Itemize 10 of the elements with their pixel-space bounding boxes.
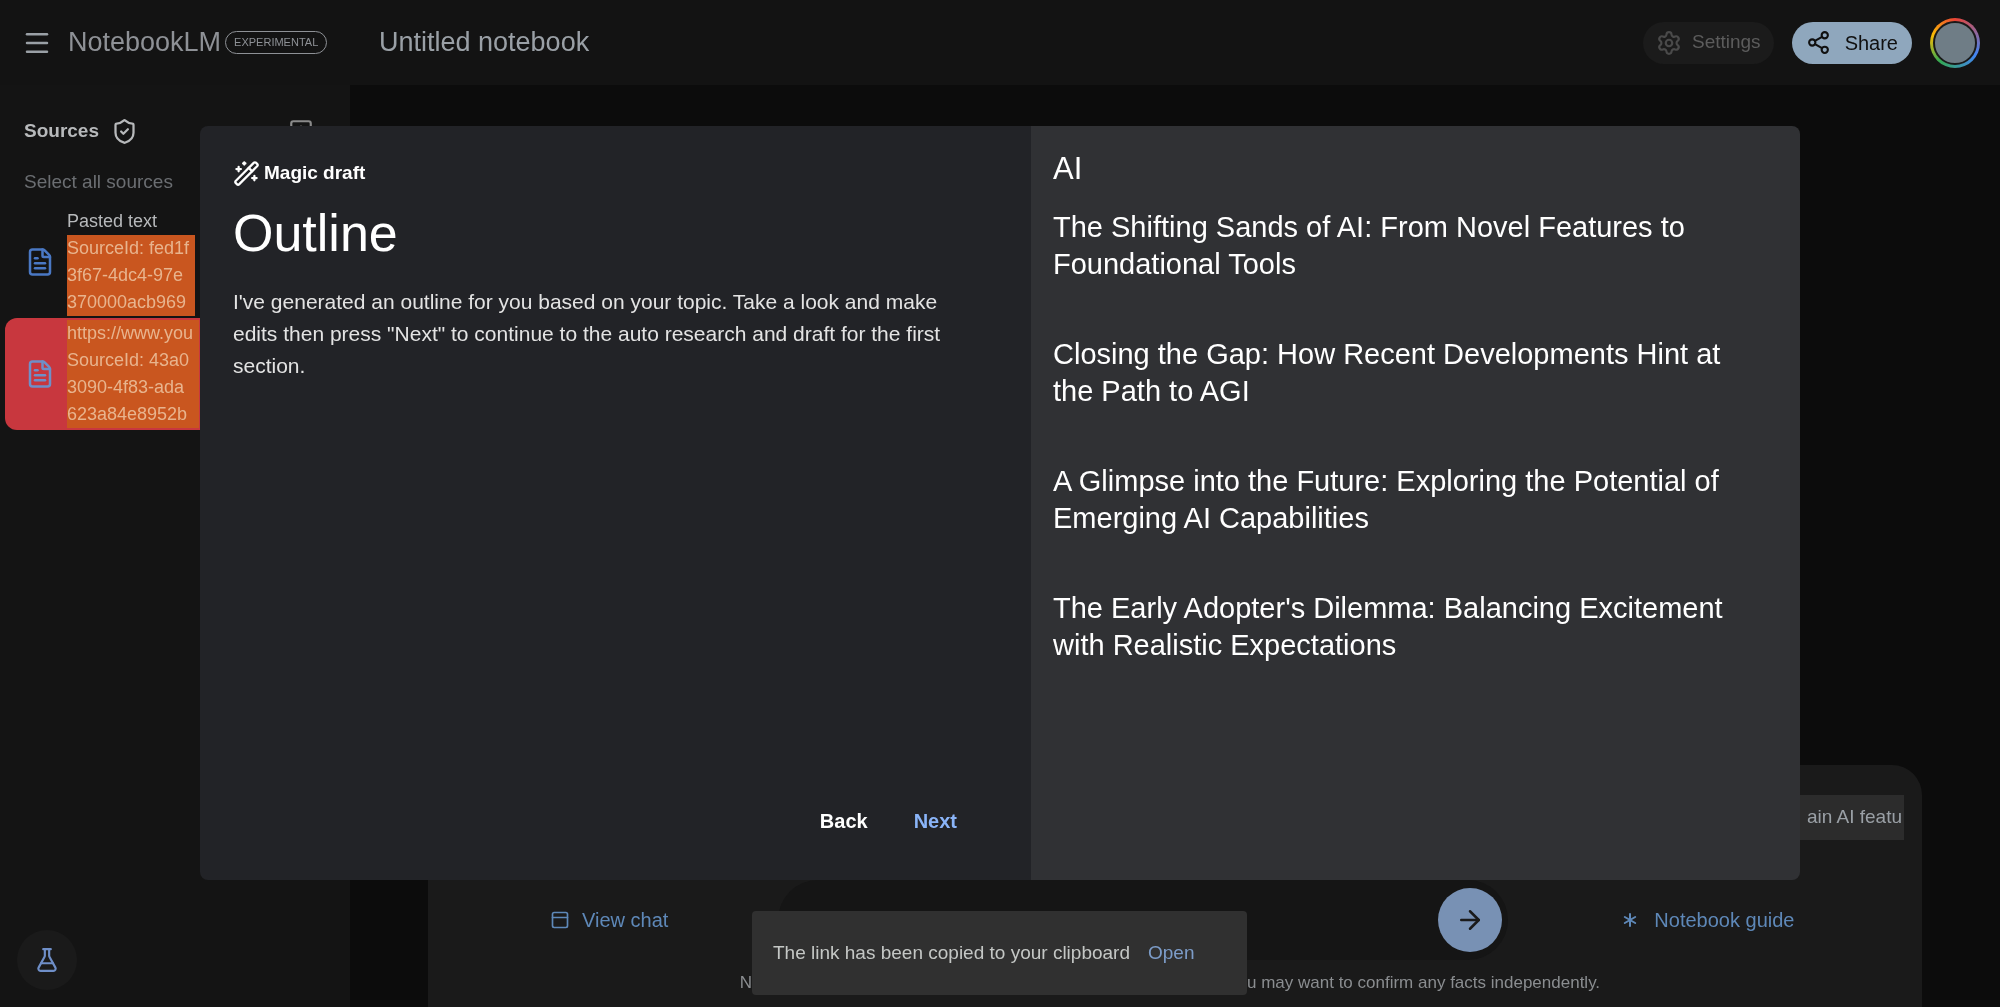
toast-message: The link has been copied to your clipboard xyxy=(773,940,1130,965)
source-title: Pasted text xyxy=(67,210,159,233)
disclaimer-text: u may want to confirm any facts independently. xyxy=(1247,971,1602,994)
disclaimer-text: N xyxy=(739,971,752,994)
source-title: https://www.you xyxy=(67,320,200,347)
app-title: NotebookLM xyxy=(68,26,222,60)
sources-title: Sources xyxy=(24,119,99,143)
dialog-title: Outline xyxy=(233,202,399,264)
topic-heading: AI xyxy=(1053,150,1084,188)
dialog-label: Magic draft xyxy=(264,161,366,185)
